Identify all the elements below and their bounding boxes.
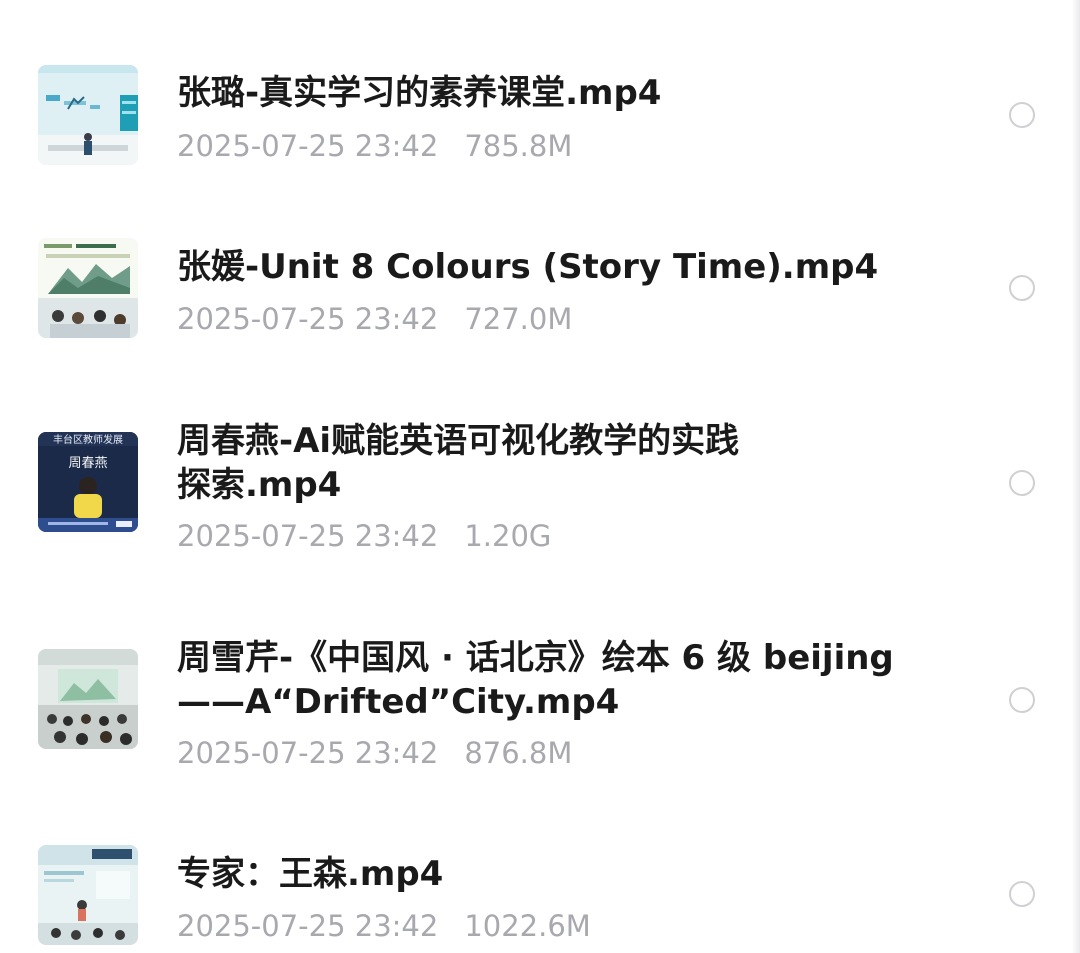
video-thumbnail-icon: 丰台区教师发展 周春燕 xyxy=(38,432,138,532)
select-radio[interactable] xyxy=(1009,881,1035,907)
file-meta: 2025-07-25 23:42 785.8M xyxy=(177,128,572,164)
select-radio[interactable] xyxy=(1009,687,1035,713)
file-meta: 2025-07-25 23:42 876.8M xyxy=(177,735,572,771)
file-list-item[interactable]: 张媛-Unit 8 Colours (Story Time).mp4 2025-… xyxy=(0,200,1072,400)
file-date: 2025-07-25 23:42 xyxy=(177,302,439,336)
file-name: 张媛-Unit 8 Colours (Story Time).mp4 xyxy=(177,247,879,287)
file-size: 1022.6M xyxy=(464,909,591,943)
file-name-line-1: 周春燕-Ai赋能英语可视化教学的实践 xyxy=(177,421,740,461)
file-list-item[interactable]: 周雪芹-《中国风 · 话北京》绘本 6 级 beijing ——A“Drifte… xyxy=(0,620,1072,820)
thumb-speaker-text: 周春燕 xyxy=(68,456,107,471)
scroll-edge xyxy=(1072,0,1080,953)
file-list-item[interactable]: 张璐-真实学习的素养课堂.mp4 2025-07-25 23:42 785.8M xyxy=(0,0,1072,200)
video-thumbnail-icon xyxy=(38,649,138,749)
file-name-line-2: ——A“Drifted”City.mp4 xyxy=(177,682,620,722)
file-name: 周春燕-Ai赋能英语可视化教学的实践 探索.mp4 xyxy=(177,419,897,507)
file-name-line-1: 周雪芹-《中国风 · 话北京》绘本 6 级 beijing xyxy=(177,638,894,678)
file-size: 876.8M xyxy=(464,736,573,770)
file-meta: 2025-07-25 23:42 1.20G xyxy=(177,518,551,554)
file-date: 2025-07-25 23:42 xyxy=(177,129,439,163)
file-meta: 2025-07-25 23:42 1022.6M xyxy=(177,908,591,944)
video-thumbnail-icon xyxy=(38,65,138,165)
select-radio[interactable] xyxy=(1009,275,1035,301)
video-thumbnail-icon xyxy=(38,238,138,338)
file-meta: 2025-07-25 23:42 727.0M xyxy=(177,301,572,337)
file-name: 专家：王森.mp4 xyxy=(177,854,444,894)
thumb-banner-text: 丰台区教师发展 xyxy=(53,433,123,446)
file-size: 727.0M xyxy=(464,302,573,336)
select-radio[interactable] xyxy=(1009,102,1035,128)
file-name: 周雪芹-《中国风 · 话北京》绘本 6 级 beijing ——A“Drifte… xyxy=(177,636,897,724)
video-thumbnail-icon xyxy=(38,845,138,945)
file-date: 2025-07-25 23:42 xyxy=(177,519,439,553)
file-name: 张璐-真实学习的素养课堂.mp4 xyxy=(177,73,662,113)
file-size: 785.8M xyxy=(464,129,573,163)
file-list-item[interactable]: 专家：王森.mp4 2025-07-25 23:42 1022.6M xyxy=(0,820,1072,953)
file-list-item[interactable]: 丰台区教师发展 周春燕 周春燕-Ai赋能英语可视化教学的实践 探索.mp4 20… xyxy=(0,400,1072,620)
file-name-line-2: 探索.mp4 xyxy=(177,465,342,505)
select-radio[interactable] xyxy=(1009,470,1035,496)
file-date: 2025-07-25 23:42 xyxy=(177,909,439,943)
file-size: 1.20G xyxy=(464,519,552,553)
file-date: 2025-07-25 23:42 xyxy=(177,736,439,770)
